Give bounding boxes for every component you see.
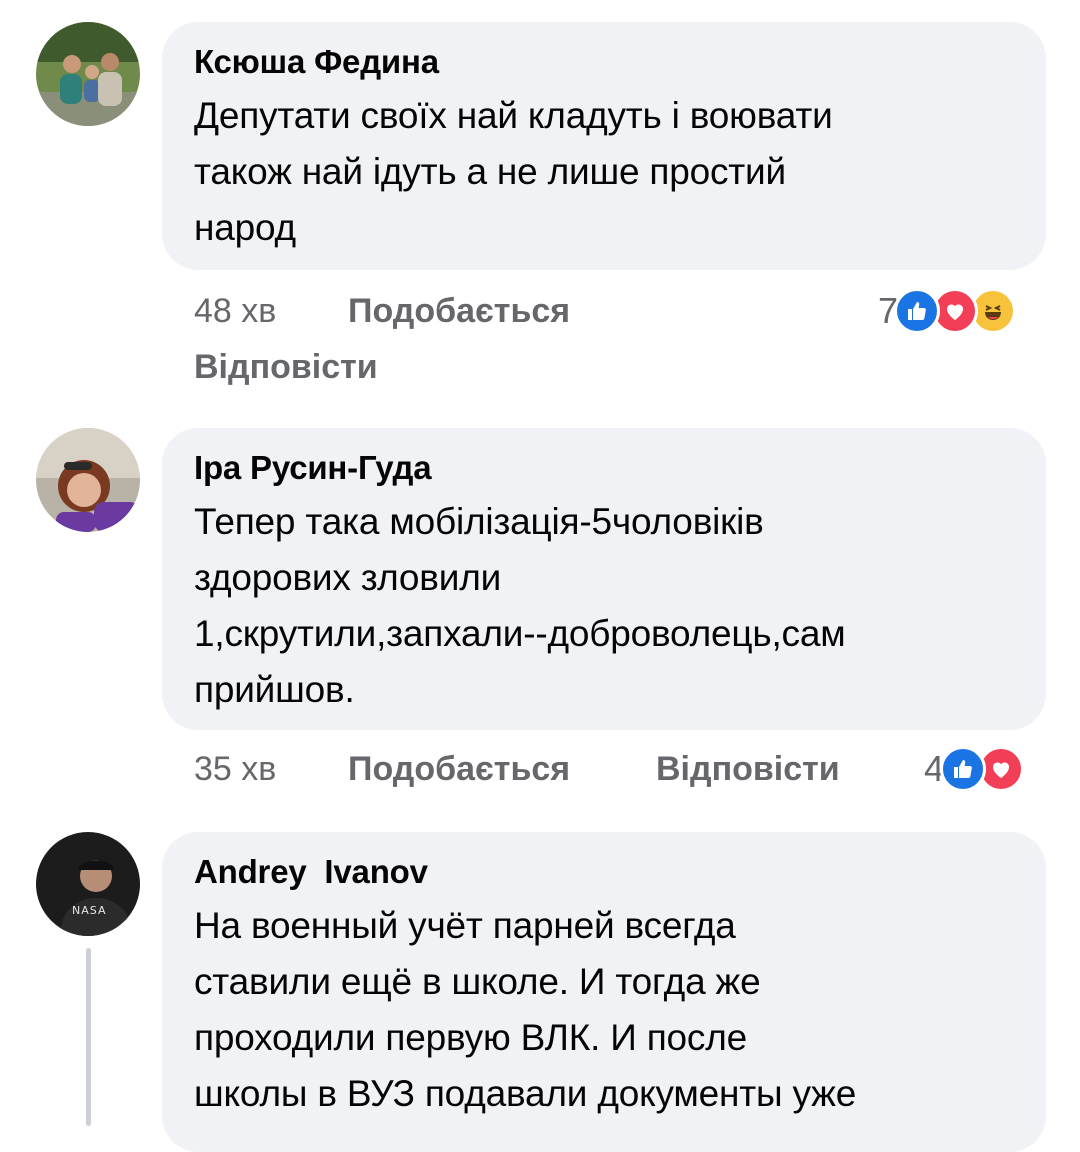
like-icon [894,288,941,334]
avatar[interactable]: NASA [36,832,140,936]
comment-bubble: Andrey Ivanov На военный учёт парней все… [162,832,1046,1152]
comment-author[interactable]: Ксюша Федина [194,42,1016,82]
reply-button[interactable]: Відповісти [194,348,378,387]
like-button[interactable]: Подобається [348,292,570,331]
comment-text-line: проходили первую ВЛК. И после [194,1017,747,1058]
comment-text: Тепер така мобілізація-5чоловіків здоров… [194,494,1016,718]
comment-text-line: здорових зловили [194,557,502,598]
comment-text: Депутати своїх най кладуть і воювати так… [194,88,1016,256]
avatar[interactable] [36,428,140,532]
comment-text-line: школы в ВУЗ подавали документы уже [194,1073,857,1114]
comment-bubble: Іра Русин-Гуда Тепер така мобілізація-5ч… [162,428,1046,730]
avatar-label: NASA [72,904,106,917]
reply-button[interactable]: Відповісти [656,750,840,789]
like-icon [940,746,987,792]
comment-text-line: 1,скрутили,запхали--доброволець,сам [194,613,846,654]
comment-text-line: Тепер така мобілізація-5чоловіків [194,501,764,542]
reactions-summary[interactable]: 7 [878,288,1017,334]
comment-text-line: прийшов. [194,669,355,710]
comment-time[interactable]: 35 хв [194,750,276,789]
comment-author[interactable]: Іра Русин-Гуда [194,448,1016,488]
comment-bubble: Ксюша Федина Депутати своїх най кладуть … [162,22,1046,270]
reactions-summary[interactable]: 4 [924,746,1025,792]
comment-text: На военный учёт парней всегда ставили ещ… [194,898,1016,1122]
comment-text-line: ставили ещё в школе. И тогда же [194,961,761,1002]
thread-line [86,948,91,1126]
comment-author[interactable]: Andrey Ivanov [194,852,1016,892]
comment-text-line: Депутати своїх най кладуть і воювати [194,95,833,136]
like-button[interactable]: Подобається [348,750,570,789]
avatar[interactable] [36,22,140,126]
comment-text-line: народ [194,207,296,248]
comment-text-line: На военный учёт парней всегда [194,905,736,946]
comment-text-line: також най ідуть а не лише простий [194,151,786,192]
comment-time[interactable]: 48 хв [194,292,276,331]
